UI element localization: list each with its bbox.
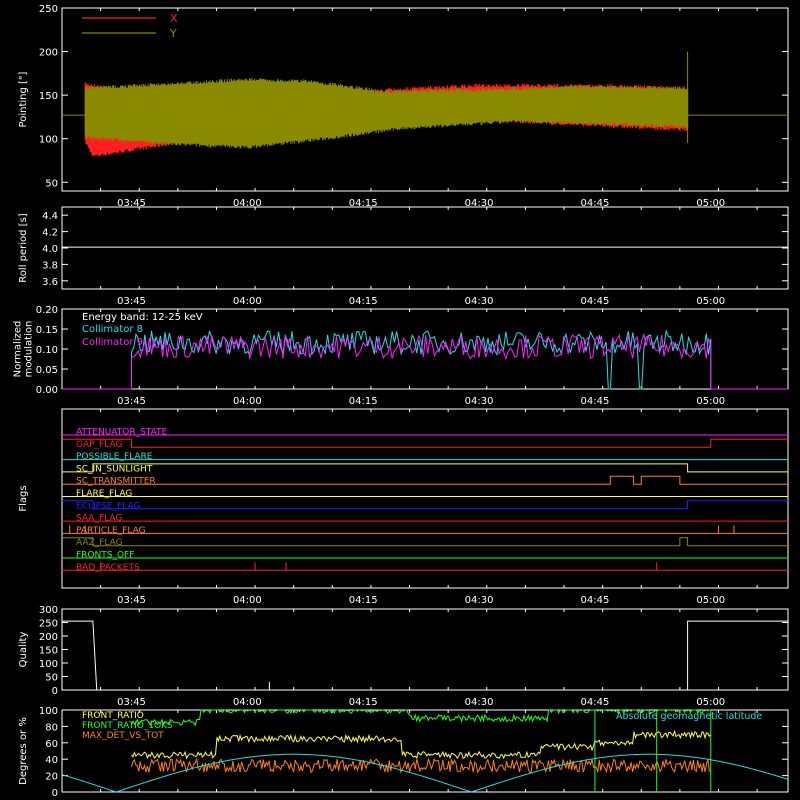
flag-label: SAA_FLAG: [76, 514, 122, 524]
modulation-ytick-label: 0.10: [36, 345, 58, 356]
modulation-xtick-label: 03:45: [117, 396, 146, 407]
flags-xtick-label: 04:45: [581, 595, 610, 606]
pointing-ytick-label: 200: [39, 48, 58, 59]
flag-label: ATTENUATOR_STATE: [76, 428, 168, 438]
flag-label: SC_TRANSMITTER: [76, 477, 156, 487]
ratios-legend-1: FRONT_RATIO_1OKS: [82, 721, 173, 731]
ratios-legend-0: FRONT_RATIO: [82, 711, 144, 721]
roll-ytick-label: 3.8: [42, 260, 58, 271]
modulation-annotation: Energy band: 12-25 keV: [82, 312, 203, 323]
flags-xtick-label: 03:45: [117, 595, 146, 606]
modulation-ylabel: Normalized: [13, 321, 24, 378]
quality-ytick-label: 200: [39, 632, 58, 643]
roll-ylabel: Roll period [s]: [18, 213, 29, 282]
ratios-ylabel: Degrees or %: [18, 717, 29, 785]
ratios-legend-3: Absolute geomagnetic latitude: [616, 711, 762, 722]
flag-label: BAD_PACKETS: [76, 563, 140, 573]
figure: 5010015020025003:45 04:00 04:15 04:30 04:45 0…: [0, 0, 800, 800]
modulation-xtick-label: 04:30: [465, 396, 494, 407]
ratios-legend-2: MAX_DET_VS_TOT: [82, 731, 164, 741]
modulation-ytick-label: 0.20: [36, 305, 58, 316]
flag-label: GAP_FLAG: [76, 440, 122, 450]
quality-xtick-label: 03:45: [117, 697, 146, 708]
ratios-ytick-label: 0: [52, 788, 58, 799]
quality-ytick-label: 150: [39, 646, 58, 657]
quality-xtick-label: 04:45: [581, 697, 610, 708]
pointing-ytick-label: 150: [39, 91, 58, 102]
flags-xtick-label: 04:15: [349, 595, 378, 606]
flag-label: FRONTS_OFF: [76, 551, 134, 561]
modulation-ytick-label: 0.05: [36, 365, 58, 376]
quality-ytick-label: 0: [52, 686, 58, 697]
flag-label: AAZ_FLAG: [76, 538, 123, 548]
pointing-ytick-label: 50: [45, 178, 58, 189]
pointing-ylabel: Pointing ["]: [18, 71, 29, 127]
flag-label: ECLIPSE_FLAG: [76, 501, 140, 511]
roll-xtick-label: 05:00: [696, 296, 725, 307]
flags-xtick-label: 05:00: [696, 595, 725, 606]
quality-ylabel: Quality: [18, 632, 29, 668]
legend-label-X: X: [170, 12, 178, 25]
flag-label: POSSIBLE_FLARE: [76, 452, 153, 462]
modulation-ylabel: modulation: [24, 321, 35, 378]
flags-xtick-label: 04:30: [465, 595, 494, 606]
modulation-xtick-label: 04:45: [581, 396, 610, 407]
quality-ytick-label: 100: [39, 659, 58, 670]
roll-xtick-label: 04:30: [465, 296, 494, 307]
modulation-xtick-label: 04:00: [233, 396, 262, 407]
pointing-ytick-label: 250: [39, 4, 58, 15]
ratios-ytick-label: 60: [45, 739, 58, 750]
modulation-xtick-label: 05:00: [696, 396, 725, 407]
modulation-ytick-label: 0.00: [36, 385, 58, 396]
roll-ytick-label: 3.6: [42, 277, 58, 288]
pointing-ytick-label: 100: [39, 135, 58, 146]
quality-ytick-label: 300: [39, 605, 58, 616]
roll-xtick-label: 03:45: [117, 296, 146, 307]
flags-xtick-label: 04:00: [233, 595, 262, 606]
modulation-legend-0: Collimator 8: [82, 324, 143, 335]
quality-xtick-label: 04:30: [465, 697, 494, 708]
modulation-ytick-label: 0.15: [36, 325, 58, 336]
roll-ytick-label: 4.4: [42, 211, 58, 222]
ratios-ytick-label: 80: [45, 722, 58, 733]
roll-ytick-label: 4.0: [42, 244, 58, 255]
quality-xtick-label: 04:00: [233, 697, 262, 708]
legend-label-Y: Y: [169, 27, 177, 40]
roll-xtick-label: 04:00: [233, 296, 262, 307]
flag-label: FLARE_FLAG: [76, 489, 132, 499]
quality-ytick-label: 250: [39, 619, 58, 630]
modulation-legend-1: Collimator 9: [82, 337, 143, 348]
quality-xtick-label: 04:15: [349, 697, 378, 708]
modulation-xtick-label: 04:15: [349, 396, 378, 407]
flag-label: SC_IN_SUNLIGHT: [76, 464, 153, 474]
roll-xtick-label: 04:15: [349, 296, 378, 307]
roll-xtick-label: 04:45: [581, 296, 610, 307]
quality-ytick-label: 50: [45, 673, 58, 684]
ratios-ytick-label: 20: [45, 772, 58, 783]
quality-xtick-label: 05:00: [696, 697, 725, 708]
roll-ytick-label: 4.2: [42, 228, 58, 239]
flags-ylabel: Flags: [18, 485, 29, 511]
ratios-ytick-label: 100: [39, 706, 58, 717]
ratios-ytick-label: 40: [45, 755, 58, 766]
flag-label: PARTICLE_FLAG: [76, 526, 146, 536]
